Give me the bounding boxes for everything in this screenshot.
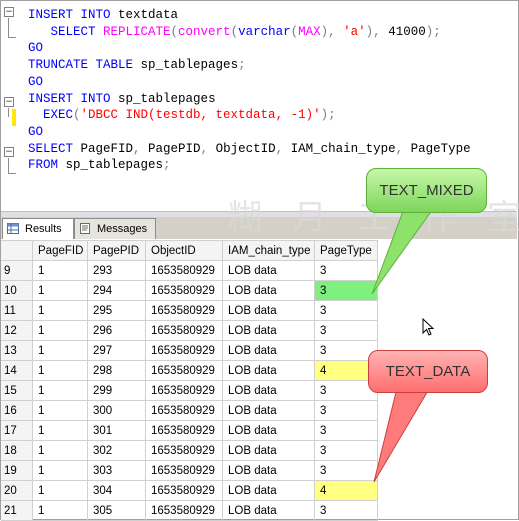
data-callout-pointer [373,383,433,483]
text-mixed-callout: TEXT_MIXED [366,168,487,213]
mouse-cursor-icon [422,318,435,336]
callout-pointers [371,205,436,483]
text-data-callout: TEXT_DATA [368,350,488,393]
text-data-callout-label: TEXT_DATA [385,363,471,380]
text-mixed-callout-label: TEXT_MIXED [379,182,474,199]
mixed-callout-pointer [371,205,436,295]
